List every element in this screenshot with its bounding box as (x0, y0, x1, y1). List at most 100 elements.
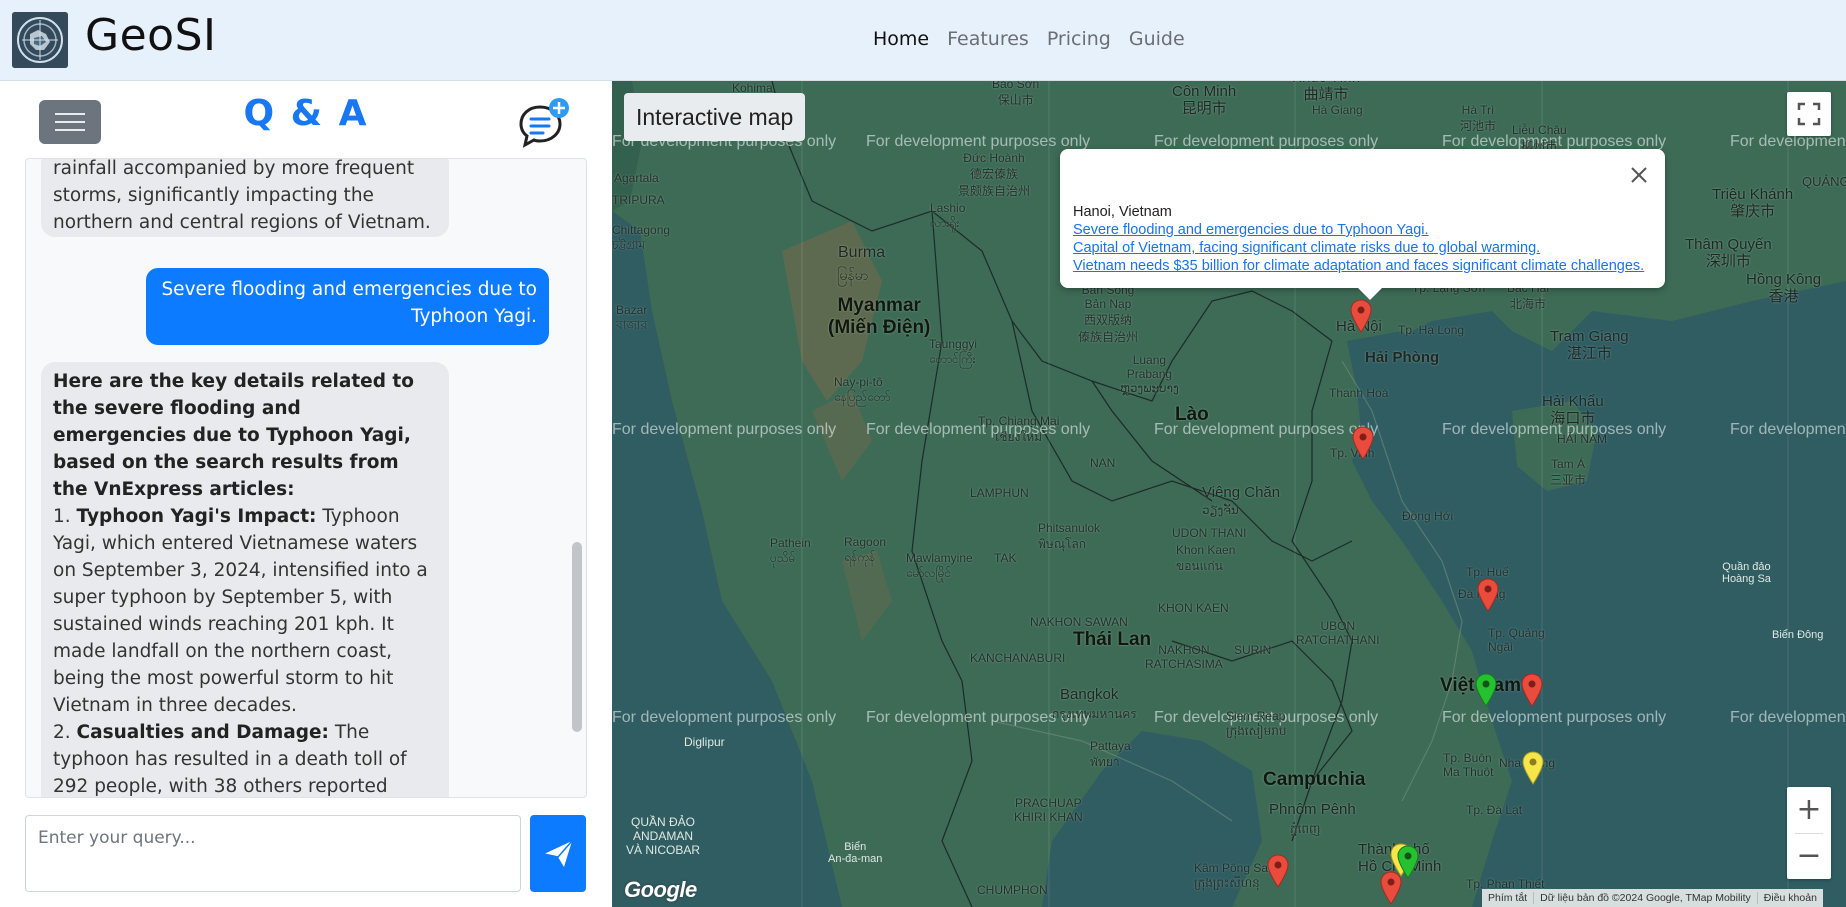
zoom-in-button[interactable]: + (1787, 787, 1831, 833)
place-label-donghoi: Đồng Hới (1402, 509, 1454, 523)
user-message-text: Severe flooding and emergencies due to T… (161, 279, 537, 327)
map-pin-quangngai-green[interactable] (1475, 673, 1497, 707)
nav-guide[interactable]: Guide (1129, 28, 1185, 50)
nav-pricing[interactable]: Pricing (1047, 28, 1111, 50)
place-label-hechi: Hà Trì 河池市 (1460, 103, 1497, 133)
place-label-kanchanaburi: KANCHANABURI (970, 651, 1066, 665)
qa-panel: Q & A rainfall accompanied by more frequ… (0, 81, 612, 907)
place-label-surin: SURIN (1234, 643, 1272, 657)
close-icon[interactable] (1627, 163, 1651, 187)
bot-message: Here are the key details related to the … (41, 362, 449, 797)
map-pin-quangngai-red[interactable] (1521, 673, 1543, 707)
country-label-campuchia: Campuchia (1263, 769, 1366, 790)
send-icon (543, 840, 573, 867)
country-label-thailan: Thái Lan (1073, 629, 1152, 650)
place-label-nakhonratchasima: NAKHON RATCHASIMA (1145, 643, 1223, 671)
place-label-qujing: Khúc Tĩnh 曲靖市 (1292, 81, 1360, 103)
bot-item-text: Typhoon Yagi, which entered Vietnamese w… (53, 506, 428, 716)
place-label-hainam: HẢI NAM (1557, 432, 1608, 446)
chat-scrollbar-thumb[interactable] (572, 542, 582, 732)
map-pin-danang[interactable] (1477, 578, 1499, 612)
dev-watermark: For development purposes only (866, 133, 1091, 150)
place-label-naypyitaw: Nay-pi-tô နေပြည်တော် (834, 375, 891, 404)
bot-item-heading: Casualties and Damage: (76, 722, 329, 743)
popup-link[interactable]: Vietnam needs $35 billion for climate ad… (1073, 258, 1644, 274)
nav-features[interactable]: Features (947, 28, 1029, 50)
zoom-out-button[interactable]: − (1787, 833, 1831, 879)
place-label-xishuangbanna: Ban Song Bản Nạp 西双版纳 傣族自治州 (1078, 283, 1139, 344)
place-label-south-china-sea: Biển Đông (1772, 629, 1824, 641)
place-label-tphue: Tp. Huế (1466, 565, 1509, 579)
fullscreen-icon (1797, 102, 1821, 126)
place-label-haikhau: Hải Khẩu 海口市 (1542, 393, 1604, 427)
dev-watermark: For development purposes only (1442, 709, 1667, 726)
place-label-sanya: Tam Á 三亚市 (1550, 457, 1587, 487)
place-label-thanhhoa: Thanh Hoá (1329, 386, 1389, 400)
keyboard-shortcuts-link[interactable]: Phím tắt (1482, 892, 1533, 904)
dev-watermark: For development purposes only (1730, 421, 1846, 438)
country-label-myanmar: Myanmar (Miến Điện) (828, 295, 931, 338)
query-input-wrapper (25, 815, 521, 892)
place-label-chittagong: Chittagong চট্টগ্রাম (612, 223, 671, 252)
place-label-bazar: Bazar বাজার (616, 303, 648, 332)
place-label-siemreap: Siem Reap ក្រុងសៀមរាប (1226, 709, 1287, 738)
place-label-rangoon: Ragoon ရန်ကုန် (844, 535, 887, 564)
dev-watermark: For development purposes only (612, 421, 837, 438)
bot-message: rainfall accompanied by more frequent st… (41, 158, 449, 237)
place-label-chumphon: CHUMPHON (977, 883, 1048, 897)
place-label-mawlamyine: Mawlamyine မော်လမြိုင် (906, 551, 973, 580)
place-label-nakhonsawan: NAKHON SAWAN (1030, 615, 1128, 629)
place-label-vientiane: Viêng Chăn (1202, 484, 1281, 501)
send-button[interactable] (530, 815, 586, 892)
brand-name[interactable]: GeoSI (85, 10, 217, 61)
popup-link[interactable]: Severe flooding and emergencies due to T… (1073, 222, 1429, 238)
popup-link[interactable]: Capital of Vietnam, facing significant c… (1073, 240, 1540, 256)
terms-link[interactable]: Điều khoản (1756, 892, 1823, 904)
main-nav: Home Features Pricing Guide (873, 28, 1185, 50)
place-label-dalat: Tp. Đà Lạt (1466, 803, 1523, 817)
map-data-credit[interactable]: Dữ liệu bản đồ ©2024 Google, TMap Mobili… (1533, 892, 1757, 904)
place-label-tripura: TRIPURA (612, 193, 665, 207)
query-input[interactable] (26, 816, 520, 891)
place-label-pathein: Pathein ပုသိမ် (770, 536, 811, 565)
map-pin-vinh[interactable] (1352, 426, 1374, 460)
new-chat-icon[interactable] (518, 97, 572, 149)
map-title-label: Interactive map (624, 93, 806, 141)
zoom-controls: + − (1787, 787, 1831, 879)
map-attribution: Phím tắt Dữ liệu bản đồ ©2024 Google, TM… (1482, 889, 1823, 907)
map-pin-nhatrang[interactable] (1522, 751, 1544, 785)
place-label-kunming: Côn Minh 昆明市 (1172, 83, 1237, 117)
bot-message-text: rainfall accompanied by more frequent st… (53, 158, 431, 233)
place-label-buonmathuot: Tp. Buôn Ma Thuột (1443, 751, 1494, 779)
place-label-hagiang: Hà Giang (1312, 103, 1363, 117)
place-label-andaman-sea: Biển An-đa-man (828, 841, 883, 865)
map-pin-hcm-red[interactable] (1380, 871, 1402, 905)
place-label-lamphun: LAMPHUN (970, 486, 1029, 500)
place-label-burma: Burma (838, 244, 886, 261)
list-number: 2. (53, 722, 71, 743)
nav-home[interactable]: Home (873, 28, 929, 50)
place-label-bangkok: Bangkok (1060, 686, 1119, 703)
map-pin-hanoi[interactable] (1350, 299, 1372, 333)
place-label-vientiane-native: ວຽງຈັນ (1202, 503, 1239, 517)
fullscreen-button[interactable] (1787, 92, 1831, 136)
geosi-logo[interactable] (12, 12, 68, 68)
interactive-map[interactable]: For development purposes only For develo… (612, 81, 1846, 907)
place-label-guangdong: QUẢNG Đ (1802, 174, 1846, 189)
map-pin-kampong[interactable] (1267, 854, 1289, 888)
list-number: 1. (53, 506, 71, 527)
place-label-khonkaen-province: KHON KAEN (1158, 601, 1229, 615)
place-label-shenzhen: Thâm Quyến 深圳市 (1685, 236, 1772, 270)
place-label-dehong: Đức Hoành 德宏傣族 景颇族自治州 (958, 151, 1031, 198)
chat-messages[interactable]: rainfall accompanied by more frequent st… (25, 158, 587, 798)
place-label-hongkong: Hồng Kông 香港 (1746, 271, 1822, 305)
place-label-ubon: UBON RATCHATHANI (1296, 619, 1380, 647)
place-label-taunggyi: Taunggyi တောင်ကြီး (929, 337, 978, 366)
dev-watermark: For development purposes only (612, 709, 837, 726)
popup-title: Hanoi, Vietnam (1073, 204, 1172, 220)
place-label-phnompenh-native: ភ្នំពេញ (1290, 822, 1321, 836)
place-label-phitsanulok: Phitsanulok พิษณุโลก (1038, 521, 1101, 551)
place-label-tramgiang: Tram Giang 湛江市 (1550, 328, 1629, 362)
place-label-halong: Tp. Hạ Long (1398, 323, 1465, 337)
google-logo: Google (624, 877, 697, 903)
